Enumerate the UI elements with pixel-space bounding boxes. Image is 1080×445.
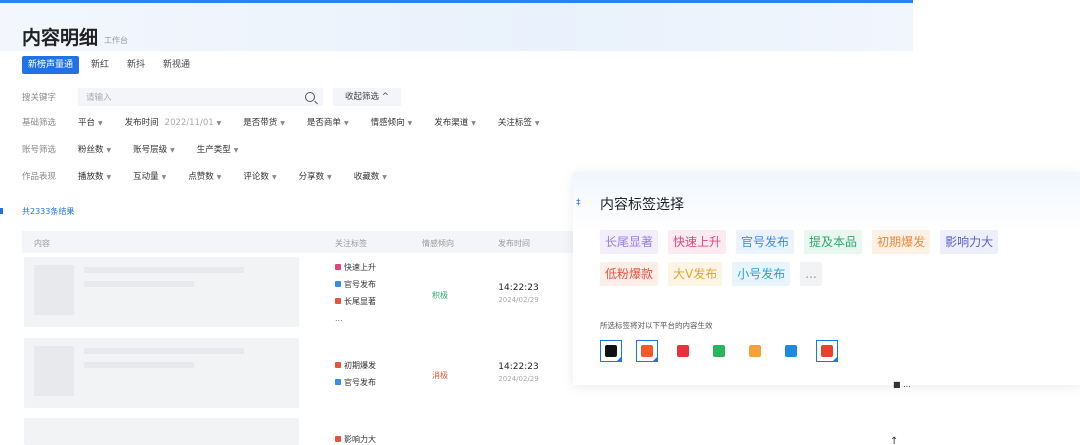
weibo-icon[interactable] [816,340,838,362]
search-row: 搜关键字 请输入 收起筛选 ^ [22,88,401,106]
header-emotion: 情感倾向 [422,239,454,248]
content-thumbnail[interactable] [24,418,299,445]
emotion-badge: 消极 [432,371,448,380]
basic-filter-row: 基础筛选 平台 ▼ 发布时间 2022/11/01 ▼ 是否带货 ▼ 是否商单 ▼ 情感倾… [22,116,561,128]
panel-note: 所选标签将对以下平台的内容生效 [600,321,713,330]
side-marker [0,208,3,214]
emotion-badge: 积极 [432,291,448,300]
tag-chip[interactable]: 小号发布 [732,262,791,286]
panel-marker: ‡ [576,198,581,208]
search-icon[interactable] [305,92,315,102]
tag-chip[interactable]: 提及本品 [804,230,863,254]
filter-shares[interactable]: 分享数 ▼ [299,170,332,182]
tag-chip[interactable]: 官号发布 [736,230,795,254]
search-input[interactable]: 请输入 [78,88,323,106]
publish-time: 14:22:23 2024/02/29 [498,283,539,304]
content-thumbnail[interactable] [24,257,299,327]
filter-likes[interactable]: 点赞数 ▼ [188,170,221,182]
basic-filter-label: 基础筛选 [22,118,57,128]
tab-xinshitong[interactable]: 新视通 [157,56,196,74]
filter-comments[interactable]: 评论数 ▼ [243,170,276,182]
tag-chip[interactable]: ... [800,262,822,286]
table-row[interactable]: 影响力大 [22,418,577,445]
platform-list [600,340,838,362]
account-filter-label: 账号筛选 [22,145,57,155]
tag-selection-panel: ‡ 内容标签选择 长尾显著 快速上升 官号发布 提及本品 初期爆发 影响力大低粉爆款 大V发… [573,172,1080,385]
background-fragment-text: ■ ... [893,380,911,389]
bilibili-icon[interactable] [744,340,766,362]
publish-time: 14:22:23 2024/02/29 [498,362,539,383]
page-title: 内容明细 [22,27,99,49]
tag-official-icon [335,379,341,385]
tab-xinhong[interactable]: 新红 [85,56,115,74]
row-tags: 快速上升 官号发布 长尾显著 ... [335,263,376,323]
filter-production-type[interactable]: 生产类型 ▼ [197,143,239,155]
filter-commercial[interactable]: 是否商单 ▼ [307,116,349,128]
content-thumbnail[interactable] [24,338,299,408]
filter-emotion[interactable]: 情感倾向 ▼ [371,116,413,128]
tag-chip[interactable]: 大V发布 [668,262,723,286]
filter-channel[interactable]: 发布渠道 ▼ [434,116,476,128]
filter-followers[interactable]: 粉丝数 ▼ [78,143,111,155]
filter-account-level[interactable]: 账号层级 ▼ [133,143,175,155]
table-row[interactable]: 初期爆发 官号发布 消极 14:22:23 2024/02/29 [22,338,577,413]
publish-date-value[interactable]: 2022/11/01 [165,118,214,128]
filter-platform[interactable]: 平台 ▼ [78,116,103,128]
search-label: 搜关键字 [22,93,57,103]
header-content: 内容 [34,239,50,248]
tag-rise-icon [335,264,341,270]
kuaishou-icon[interactable] [636,340,658,362]
tag-official-icon [335,281,341,287]
table-row[interactable]: 快速上升 官号发布 长尾显著 ... 积极 14:22:23 2024/02/2… [22,257,577,332]
tag-influence-icon [335,436,341,442]
header-background [0,3,913,51]
filter-interactions[interactable]: 互动量 ▼ [133,170,166,182]
panel-title: 内容标签选择 [600,197,684,213]
xiaohongshu-icon[interactable] [672,340,694,362]
tag-chip[interactable]: 初期爆发 [872,230,931,254]
background-fragment-arrow: ↑ [890,436,899,445]
page-subtitle[interactable]: 工作台 [104,35,128,46]
result-count: 共2333条结果 [22,207,75,216]
account-filter-row: 账号筛选 粉丝数 ▼ 账号层级 ▼ 生产类型 ▼ [22,143,260,155]
filter-favorites[interactable]: 收藏数 ▼ [354,170,387,182]
header-time: 发布时间 [498,239,530,248]
tag-chip[interactable]: 低粉爆款 [600,262,659,286]
table-header: 内容 关注标签 情感倾向 发布时间 [22,231,577,253]
zhihu-icon[interactable] [780,340,802,362]
tab-xinbang[interactable]: 新榜声量通 [22,56,80,74]
tag-chip-list: 长尾显著 快速上升 官号发布 提及本品 初期爆发 影响力大低粉爆款 大V发布 小号发布... [600,230,1060,286]
header-tags: 关注标签 [335,239,367,248]
search-placeholder: 请输入 [86,93,112,103]
row-tags: 影响力大 [335,431,376,445]
filter-with-goods[interactable]: 是否带货 ▼ [243,116,285,128]
wechat-icon[interactable] [708,340,730,362]
works-filter-label: 作品表现 [22,172,57,182]
row-tags: 初期爆发 官号发布 [335,357,376,391]
douyin-icon[interactable] [600,340,622,362]
works-filter-row: 作品表现 播放数 ▼ 互动量 ▼ 点赞数 ▼ 评论数 ▼ 分享数 ▼ 收藏数 ▼ [22,170,409,182]
collapse-filter-button[interactable]: 收起筛选 ^ [333,88,401,106]
filter-tags[interactable]: 关注标签 ▼ [498,116,540,128]
tab-xindou[interactable]: 新抖 [121,56,151,74]
product-tabs: 新榜声量通 新红 新抖 新视通 [22,56,196,74]
tag-longtail-icon [335,298,341,304]
tag-chip[interactable]: 快速上升 [668,230,727,254]
filter-plays[interactable]: 播放数 ▼ [78,170,111,182]
filter-publish-time[interactable]: 发布时间 2022/11/01 ▼ [125,116,222,128]
tag-burst-icon [335,362,341,368]
tag-chip[interactable]: 影响力大 [940,230,999,254]
tag-chip[interactable]: 长尾显著 [600,230,659,254]
